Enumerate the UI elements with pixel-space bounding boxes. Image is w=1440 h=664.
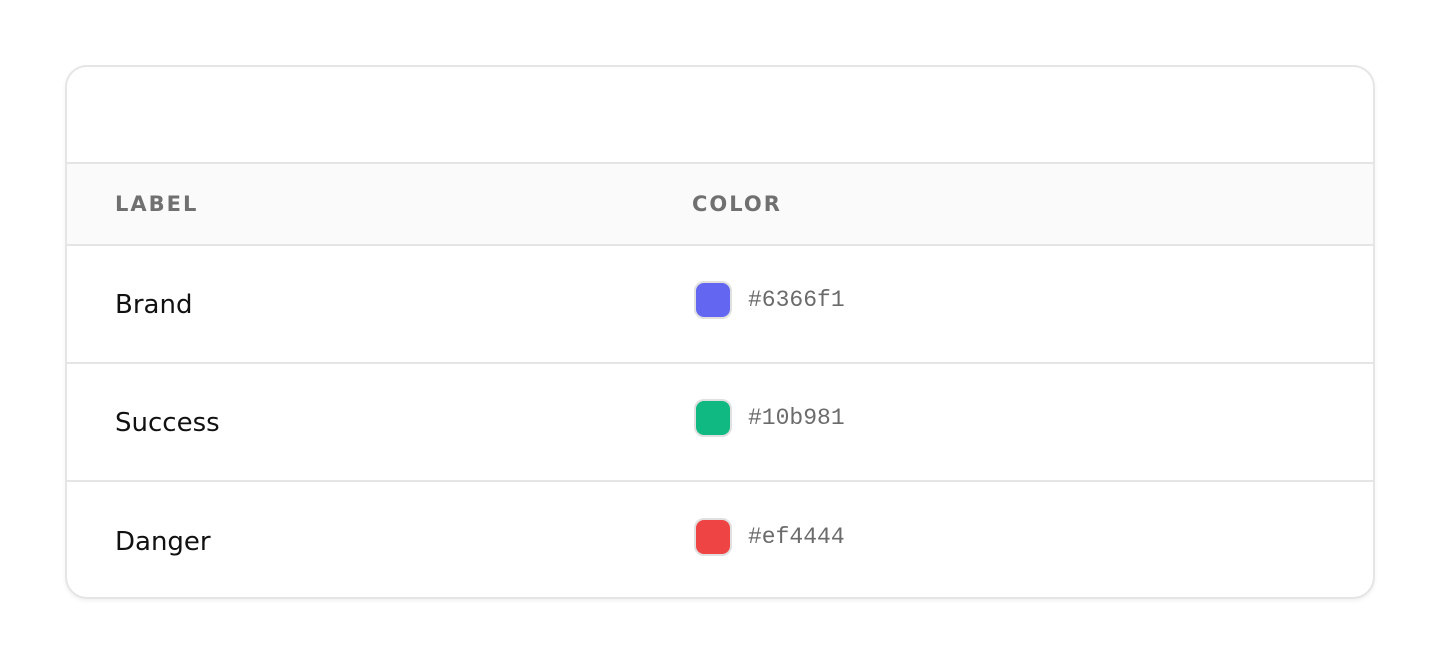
table-body: Brand #6366f1 Success #10b981 Danger #ef… xyxy=(67,246,1373,597)
row-label: Danger xyxy=(115,527,211,557)
color-hex-value: #6366f1 xyxy=(748,287,845,313)
column-header-color: COLOR xyxy=(692,192,782,216)
row-label: Success xyxy=(115,408,220,438)
color-table-card: LABEL COLOR Brand #6366f1 Success #10b98… xyxy=(65,65,1375,599)
table-row: Brand #6366f1 xyxy=(67,246,1373,364)
row-color: #ef4444 xyxy=(694,482,845,597)
color-swatch xyxy=(694,518,732,556)
color-swatch xyxy=(694,281,732,319)
column-header-label: LABEL xyxy=(115,192,199,216)
card-toolbar xyxy=(67,67,1373,164)
table-header: LABEL COLOR xyxy=(67,164,1373,246)
table-row: Danger #ef4444 xyxy=(67,482,1373,597)
table-row: Success #10b981 xyxy=(67,364,1373,482)
row-color: #6366f1 xyxy=(694,246,845,362)
color-hex-value: #10b981 xyxy=(748,405,845,431)
color-swatch xyxy=(694,399,732,437)
row-label: Brand xyxy=(115,290,193,320)
row-color: #10b981 xyxy=(694,364,845,480)
color-hex-value: #ef4444 xyxy=(748,524,845,550)
